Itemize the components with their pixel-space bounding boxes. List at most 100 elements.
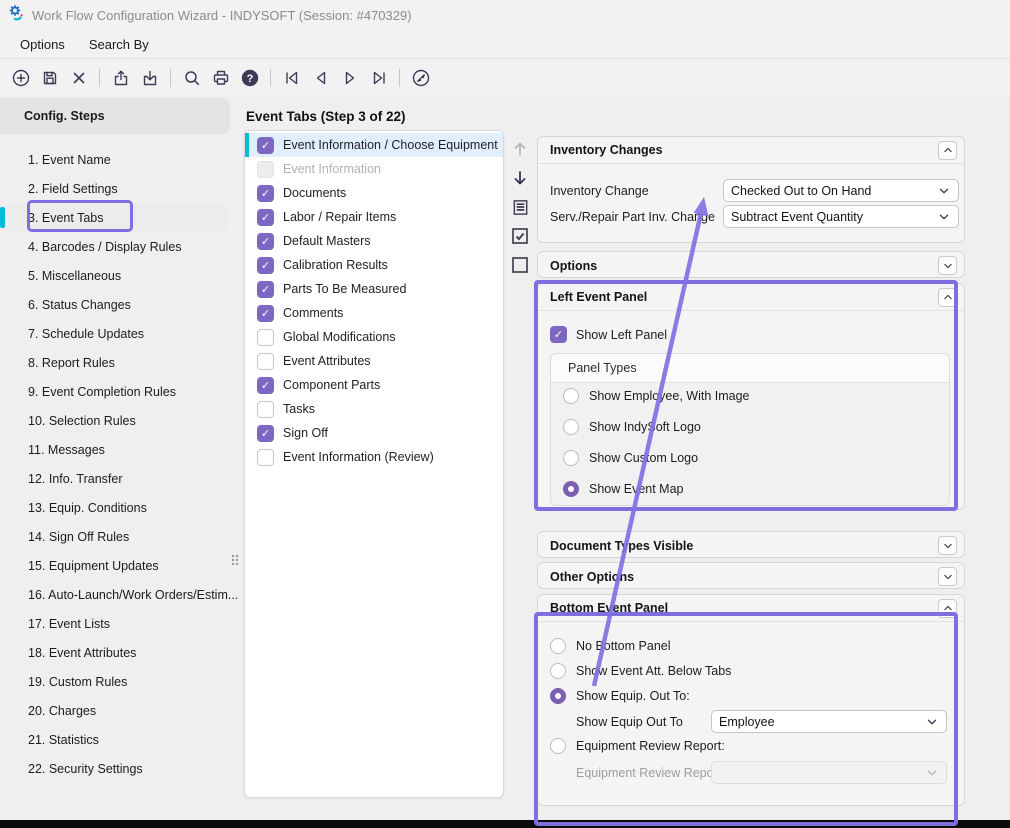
uncheck-all-icon[interactable]	[509, 254, 531, 276]
collapse-chevron-up-icon[interactable]	[938, 288, 957, 307]
radio-unselected-icon[interactable]	[563, 450, 579, 466]
radio-unselected-icon[interactable]	[550, 738, 566, 754]
radio-show-equip-out-to[interactable]: Show Equip. Out To:	[550, 688, 690, 704]
sidebar-item-event-attributes[interactable]: 18. Event Attributes	[0, 638, 240, 667]
sidebar-item-sign-off-rules[interactable]: 14. Sign Off Rules	[0, 522, 240, 551]
tab-row-event-attributes[interactable]: Event Attributes	[245, 349, 503, 373]
collapse-chevron-up-icon[interactable]	[938, 141, 957, 160]
menu-search-by[interactable]: Search By	[89, 37, 149, 52]
sidebar-item-equipment-updates[interactable]: 15. Equipment Updates	[0, 551, 240, 580]
tab-row-comments[interactable]: Comments	[245, 301, 503, 325]
radio-no-bottom-panel[interactable]: No Bottom Panel	[550, 638, 671, 654]
next-record-icon[interactable]	[337, 66, 362, 91]
radio-show-event-att-below-tabs[interactable]: Show Event Att. Below Tabs	[550, 663, 731, 679]
checkbox-checked-icon[interactable]	[257, 209, 274, 226]
sidebar-item-event-tabs[interactable]: 3. Event Tabs	[0, 203, 240, 232]
previous-record-icon[interactable]	[308, 66, 333, 91]
radio-unselected-icon[interactable]	[563, 419, 579, 435]
show-left-panel-checkbox[interactable]: Show Left Panel	[550, 326, 667, 343]
checkbox-checked-icon[interactable]	[257, 257, 274, 274]
checkbox-checked-icon[interactable]	[257, 305, 274, 322]
radio-show-employee-with-image[interactable]: Show Employee, With Image	[563, 388, 750, 404]
first-record-icon[interactable]	[279, 66, 304, 91]
sidebar-item-status-changes[interactable]: 6. Status Changes	[0, 290, 240, 319]
sidebar-item-selection-rules[interactable]: 10. Selection Rules	[0, 406, 240, 435]
sidebar-item-schedule-updates[interactable]: 7. Schedule Updates	[0, 319, 240, 348]
sidebar-item-messages[interactable]: 11. Messages	[0, 435, 240, 464]
section-title: Left Event Panel	[550, 290, 647, 304]
compass-icon[interactable]	[408, 66, 433, 91]
checkbox-checked-icon[interactable]	[257, 185, 274, 202]
checkbox-checked-icon[interactable]	[257, 425, 274, 442]
help-icon[interactable]: ?	[237, 66, 262, 91]
sidebar-item-auto-launch[interactable]: 16. Auto-Launch/Work Orders/Estim...	[0, 580, 240, 609]
check-all-icon[interactable]	[509, 225, 531, 247]
sidebar-item-custom-rules[interactable]: 19. Custom Rules	[0, 667, 240, 696]
radio-show-event-map[interactable]: Show Event Map	[563, 481, 684, 497]
sidebar-item-equip-conditions[interactable]: 13. Equip. Conditions	[0, 493, 240, 522]
tab-row-parts-to-be-measured[interactable]: Parts To Be Measured	[245, 277, 503, 301]
search-icon[interactable]	[179, 66, 204, 91]
checkbox-checked-icon[interactable]	[257, 377, 274, 394]
checkbox-unchecked-icon[interactable]	[257, 401, 274, 418]
sidebar-item-barcodes-display-rules[interactable]: 4. Barcodes / Display Rules	[0, 232, 240, 261]
expand-chevron-down-icon[interactable]	[938, 256, 957, 275]
expand-chevron-down-icon[interactable]	[938, 567, 957, 586]
tab-row-documents[interactable]: Documents	[245, 181, 503, 205]
sidebar-item-miscellaneous[interactable]: 5. Miscellaneous	[0, 261, 240, 290]
radio-selected-icon[interactable]	[563, 481, 579, 497]
export-icon[interactable]	[108, 66, 133, 91]
collapse-chevron-up-icon[interactable]	[938, 599, 957, 618]
expand-chevron-down-icon[interactable]	[938, 536, 957, 555]
move-down-icon[interactable]	[509, 167, 531, 189]
tab-row-component-parts[interactable]: Component Parts	[245, 373, 503, 397]
radio-equipment-review-report[interactable]: Equipment Review Report:	[550, 738, 725, 754]
radio-unselected-icon[interactable]	[563, 388, 579, 404]
sidebar-item-info-transfer[interactable]: 12. Info. Transfer	[0, 464, 240, 493]
import-icon[interactable]	[137, 66, 162, 91]
section-bottom-event-panel: Bottom Event Panel No Bottom Panel Show …	[537, 594, 965, 806]
checkbox-unchecked-icon[interactable]	[257, 449, 274, 466]
radio-show-custom-logo[interactable]: Show Custom Logo	[563, 450, 698, 466]
sidebar-item-event-name[interactable]: 1. Event Name	[0, 145, 240, 174]
tab-row-event-information-review[interactable]: Event Information (Review)	[245, 445, 503, 469]
sidebar-item-charges[interactable]: 20. Charges	[0, 696, 240, 725]
move-up-icon[interactable]	[509, 138, 531, 160]
checkbox-checked-icon[interactable]	[550, 326, 567, 343]
tab-row-calibration-results[interactable]: Calibration Results	[245, 253, 503, 277]
tab-row-default-masters[interactable]: Default Masters	[245, 229, 503, 253]
sidebar-item-report-rules[interactable]: 8. Report Rules	[0, 348, 240, 377]
checkbox-unchecked-icon[interactable]	[257, 329, 274, 346]
checkbox-unchecked-icon[interactable]	[257, 353, 274, 370]
serv-repair-part-inv-change-dropdown[interactable]: Subtract Event Quantity	[723, 205, 959, 228]
sidebar-item-event-lists[interactable]: 17. Event Lists	[0, 609, 240, 638]
radio-show-indysoft-logo[interactable]: Show IndySoft Logo	[563, 419, 701, 435]
section-inventory-changes: Inventory Changes Inventory Change Check…	[537, 136, 965, 243]
radio-unselected-icon[interactable]	[550, 638, 566, 654]
sidebar-item-security-settings[interactable]: 22. Security Settings	[0, 754, 240, 783]
details-icon[interactable]	[509, 196, 531, 218]
tab-row-global-modifications[interactable]: Global Modifications	[245, 325, 503, 349]
tab-row-sign-off[interactable]: Sign Off	[245, 421, 503, 445]
sidebar-item-event-completion-rules[interactable]: 9. Event Completion Rules	[0, 377, 240, 406]
save-icon[interactable]	[37, 66, 62, 91]
tab-row-tasks[interactable]: Tasks	[245, 397, 503, 421]
sidebar-item-statistics[interactable]: 21. Statistics	[0, 725, 240, 754]
show-equip-out-to-dropdown[interactable]: Employee	[711, 710, 947, 733]
checkbox-checked-icon[interactable]	[257, 137, 274, 154]
tab-row-labor-repair-items[interactable]: Labor / Repair Items	[245, 205, 503, 229]
splitter-drag-handle-icon[interactable]	[228, 552, 242, 568]
tab-row-event-info-choose-equipment[interactable]: Event Information / Choose Equipment	[245, 133, 503, 157]
radio-unselected-icon[interactable]	[550, 663, 566, 679]
last-record-icon[interactable]	[366, 66, 391, 91]
section-title: Other Options	[550, 570, 634, 584]
add-icon[interactable]	[8, 66, 33, 91]
menu-options[interactable]: Options	[20, 37, 65, 52]
checkbox-checked-icon[interactable]	[257, 281, 274, 298]
radio-selected-icon[interactable]	[550, 688, 566, 704]
delete-icon[interactable]	[66, 66, 91, 91]
sidebar-item-field-settings[interactable]: 2. Field Settings	[0, 174, 240, 203]
inventory-change-dropdown[interactable]: Checked Out to On Hand	[723, 179, 959, 202]
checkbox-checked-icon[interactable]	[257, 233, 274, 250]
print-icon[interactable]	[208, 66, 233, 91]
